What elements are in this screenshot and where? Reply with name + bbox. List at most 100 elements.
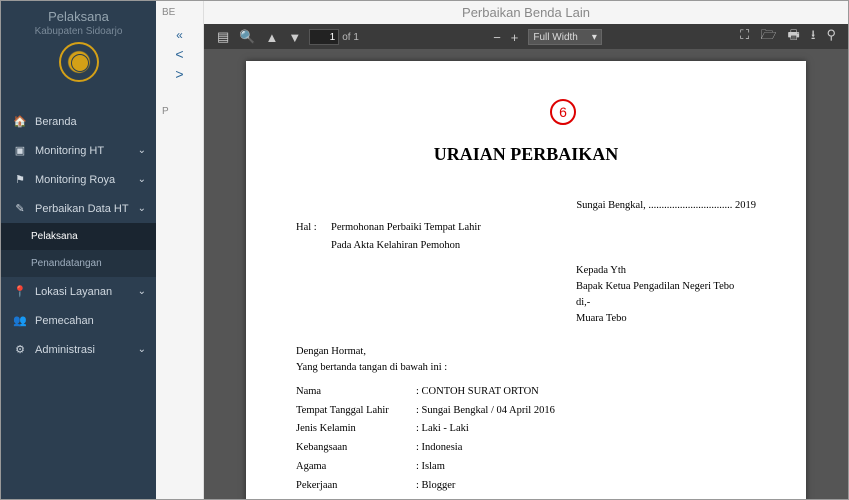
location-date: Sungai Bengkal, ........................… bbox=[296, 198, 756, 214]
collapse-left-icon[interactable]: < bbox=[156, 46, 203, 62]
field-label: Jenis Kelamin bbox=[296, 421, 416, 437]
sidebar-item-administrasi[interactable]: ⚙ Administrasi ⌄ bbox=[1, 335, 156, 364]
location-icon: 📍 bbox=[13, 285, 27, 298]
bookmark-icon[interactable]: ⚲ bbox=[826, 27, 836, 42]
sidebar-header: Pelaksana Kabupaten Sidoarjo bbox=[1, 1, 156, 92]
field-value: CONTOH SURAT ORTON bbox=[416, 384, 539, 400]
sidebar-title: Pelaksana bbox=[6, 9, 151, 24]
sidebar-item-label: Perbaikan Data HT bbox=[35, 203, 129, 215]
collapse-label-p: P bbox=[156, 100, 203, 123]
subject-text-2: Pada Akta Kelahiran Pemohon bbox=[331, 238, 460, 254]
sidebar-item-label: Monitoring Roya bbox=[35, 174, 115, 186]
chevron-down-icon: ⌄ bbox=[138, 286, 146, 297]
field-row: KebangsaanIndonesia bbox=[296, 440, 756, 456]
subject-label: Hal : bbox=[296, 220, 331, 236]
sidebar-item-label: Monitoring HT bbox=[35, 145, 104, 157]
subject-text: Permohonan Perbaiki Tempat Lahir bbox=[331, 220, 481, 236]
chevron-down-icon: ⌄ bbox=[138, 174, 146, 185]
page-down-icon[interactable]: ▼ bbox=[288, 30, 301, 45]
pdf-body[interactable]: 6 URAIAN PERBAIKAN Sungai Bengkal, .....… bbox=[204, 49, 848, 499]
print-icon[interactable]: 🖶 bbox=[788, 27, 800, 42]
field-label: Pekerjaan bbox=[296, 478, 416, 494]
subject-row-2: Pada Akta Kelahiran Pemohon bbox=[296, 238, 756, 254]
sidebar-item-label: Pemecahan bbox=[35, 315, 94, 327]
recipient-line: di,- bbox=[576, 295, 756, 311]
monitor-icon: ▣ bbox=[13, 144, 27, 157]
sidebar-item-monitoring-roya[interactable]: ⚑ Monitoring Roya ⌄ bbox=[1, 165, 156, 194]
field-value: Laki - Laki bbox=[416, 421, 469, 437]
nav-submenu: Pelaksana Penandatangan bbox=[1, 223, 156, 277]
field-row: NamaCONTOH SURAT ORTON bbox=[296, 384, 756, 400]
chevron-down-icon: ▾ bbox=[592, 32, 597, 43]
field-label: Nama bbox=[296, 384, 416, 400]
chevron-down-icon: ⌄ bbox=[138, 203, 146, 214]
field-label: Agama bbox=[296, 459, 416, 475]
document-page: 6 URAIAN PERBAIKAN Sungai Bengkal, .....… bbox=[246, 61, 806, 499]
sidebar-subitem-pelaksana[interactable]: Pelaksana bbox=[1, 223, 156, 250]
recipient-line: Bapak Ketua Pengadilan Negeri Tebo bbox=[576, 279, 756, 295]
field-value: Islam bbox=[416, 459, 445, 475]
field-label: Kebangsaan bbox=[296, 440, 416, 456]
recipient-block: Kepada Yth Bapak Ketua Pengadilan Negeri… bbox=[576, 263, 756, 326]
subject-row: Hal : Permohonan Perbaiki Tempat Lahir bbox=[296, 220, 756, 236]
field-value: Sungai Mancur RT. 006 RW. 002 Kel. Sunga… bbox=[416, 496, 711, 499]
collapse-right-icon[interactable]: > bbox=[156, 66, 203, 82]
zoom-in-icon[interactable]: + bbox=[511, 30, 519, 45]
field-value: Blogger bbox=[416, 478, 455, 494]
field-value: Sungai Bengkal / 04 April 2016 bbox=[416, 403, 555, 419]
users-icon: 👥 bbox=[13, 314, 27, 327]
field-value: Indonesia bbox=[416, 440, 462, 456]
field-row: PekerjaanBlogger bbox=[296, 478, 756, 494]
sidebar-item-pemecahan[interactable]: 👥 Pemecahan bbox=[1, 306, 156, 335]
download-icon[interactable]: ⭳ bbox=[811, 27, 816, 42]
viewer-title: Perbaikan Benda Lain bbox=[204, 1, 848, 24]
sidebar: Pelaksana Kabupaten Sidoarjo 🏠 Beranda ▣… bbox=[1, 1, 156, 499]
sidebar-item-label: Penandatangan bbox=[31, 258, 102, 269]
chevron-down-icon: ⌄ bbox=[138, 344, 146, 355]
sidebar-subtitle: Kabupaten Sidoarjo bbox=[6, 26, 151, 37]
sidebar-item-label: Administrasi bbox=[35, 344, 95, 356]
document-viewer: Perbaikan Benda Lain ▤ 🔍 ▲ ▼ of 1 − + Fu… bbox=[204, 1, 848, 499]
page-total-label: of 1 bbox=[342, 32, 359, 43]
collapse-label: BE bbox=[156, 1, 203, 24]
recipient-line: Kepada Yth bbox=[576, 263, 756, 279]
field-label: Alamat bbox=[296, 496, 416, 499]
nav: 🏠 Beranda ▣ Monitoring HT ⌄ ⚑ Monitoring… bbox=[1, 107, 156, 364]
sidebar-subitem-penandatangan[interactable]: Penandatangan bbox=[1, 250, 156, 277]
page-up-icon[interactable]: ▲ bbox=[265, 30, 278, 45]
greeting: Dengan Hormat, bbox=[296, 344, 756, 360]
annotation-circle: 6 bbox=[550, 99, 576, 125]
intro-line: Yang bertanda tangan di bawah ini : bbox=[296, 360, 756, 376]
sidebar-item-label: Lokasi Layanan bbox=[35, 286, 112, 298]
edit-icon: ✎ bbox=[13, 202, 27, 215]
field-row: Tempat Tanggal LahirSungai Bengkal / 04 … bbox=[296, 403, 756, 419]
fullscreen-icon[interactable]: ⛶ bbox=[740, 27, 749, 42]
recipient-line: Muara Tebo bbox=[576, 311, 756, 327]
zoom-out-icon[interactable]: − bbox=[493, 30, 501, 45]
zoom-label: Full Width bbox=[533, 32, 577, 43]
sidebar-item-monitoring-ht[interactable]: ▣ Monitoring HT ⌄ bbox=[1, 136, 156, 165]
pdf-toolbar: ▤ 🔍 ▲ ▼ of 1 − + Full Width ▾ ⛶ 🗁 🖶 ⭳ ⚲ bbox=[204, 24, 848, 50]
zoom-select[interactable]: Full Width ▾ bbox=[528, 29, 601, 45]
sidebar-toggle-icon[interactable]: ▤ bbox=[217, 29, 229, 45]
field-row: AgamaIslam bbox=[296, 459, 756, 475]
field-label: Tempat Tanggal Lahir bbox=[296, 403, 416, 419]
home-icon: 🏠 bbox=[13, 115, 27, 128]
field-row: Jenis KelaminLaki - Laki bbox=[296, 421, 756, 437]
open-file-icon[interactable]: 🗁 bbox=[760, 27, 776, 42]
gear-icon: ⚙ bbox=[13, 343, 27, 356]
sidebar-item-lokasi-layanan[interactable]: 📍 Lokasi Layanan ⌄ bbox=[1, 277, 156, 306]
flag-icon: ⚑ bbox=[13, 173, 27, 186]
sidebar-item-beranda[interactable]: 🏠 Beranda bbox=[1, 107, 156, 136]
sidebar-item-perbaikan-data-ht[interactable]: ✎ Perbaikan Data HT ⌄ bbox=[1, 194, 156, 223]
sidebar-item-label: Beranda bbox=[35, 116, 77, 128]
app-logo bbox=[59, 42, 99, 82]
document-title: URAIAN PERBAIKAN bbox=[296, 141, 756, 168]
chevron-down-icon: ⌄ bbox=[138, 145, 146, 156]
page-number-input[interactable] bbox=[309, 29, 339, 45]
search-icon[interactable]: 🔍 bbox=[239, 29, 255, 45]
field-row: AlamatSungai Mancur RT. 006 RW. 002 Kel.… bbox=[296, 496, 756, 499]
collapse-double-left-icon[interactable]: « bbox=[156, 28, 203, 42]
collapse-strip: BE « < > P bbox=[156, 1, 204, 499]
sidebar-item-label: Pelaksana bbox=[31, 231, 78, 242]
